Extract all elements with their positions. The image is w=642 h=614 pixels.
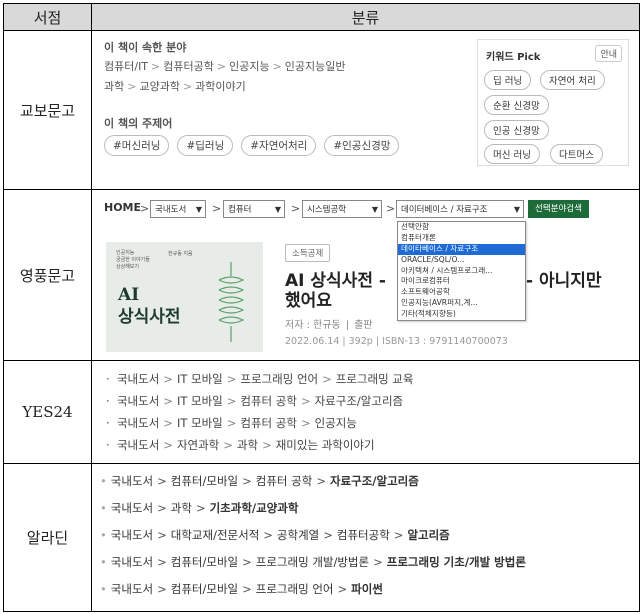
home-link[interactable]: HOME <box>104 201 141 214</box>
cover-spring-graphic <box>218 262 245 342</box>
yes24-category-row: · 국내도서 > IT 모바일 > 프로그래밍 언어 > 프로그래밍 교육 <box>106 372 414 386</box>
dropdown-option[interactable]: 소프트웨어공학 <box>398 287 525 298</box>
aladin-category-row: • 국내도서 > 컴퓨터/모바일 > 프로그래밍 개발/방법론 > 프로그래밍 기초/개발 방… <box>100 555 526 569</box>
cover-author: 한규동 지음 <box>168 251 193 257</box>
kyobo-field-label: 이 책이 속한 분야 <box>104 41 187 54</box>
aladin-category-row: • 국내도서 > 컴퓨터/모바일 > 프로그래밍 언어 > 파이썬 <box>100 582 383 596</box>
path-link[interactable]: 컴퓨터/IT <box>104 60 148 73</box>
path-link[interactable]: 인공지능 <box>229 60 269 73</box>
cover-subtitle: 인공지능 궁금한 이야기들 상상해보기 <box>116 250 150 270</box>
aladin-category-row: • 국내도서 > 대학교재/전문서적 > 공학계열 > 컴퓨터공학 > 알고리즘 <box>100 528 450 542</box>
keyword-chip[interactable]: 머신 러닝 <box>484 144 540 164</box>
keyword-chip[interactable]: 인공 신경망 <box>484 120 549 140</box>
dropdown-option[interactable]: 마이크로컴퓨터 <box>398 276 525 287</box>
aladin-category-row: • 국내도서 > 과학 > 기초과학/교양과학 <box>100 501 299 515</box>
category-comparison-table: 서점 분류 교보문고 이 책이 속한 분야 컴퓨터/IT > 컴퓨터공학 > 인공지능 >… <box>3 3 640 612</box>
dropdown-option[interactable]: 기타(적체지향등) <box>398 309 525 320</box>
yes24-category-row: · 국내도서 > IT 모바일 > 컴퓨터 공학 > 자료구조/알고리즘 <box>106 394 404 408</box>
dropdown-option[interactable]: ORACLE/SQL/O... <box>398 255 525 266</box>
chevron-down-icon: ▼ <box>274 205 281 214</box>
breadcrumb-separator: > <box>140 202 150 215</box>
path-link[interactable]: 과학이야기 <box>195 80 246 93</box>
book-meta: 2022.06.14 | 392p | ISBN-13 : 9791140700… <box>285 336 508 347</box>
book-title-tail: - 아니지만 <box>526 271 602 291</box>
kyobo-path-2: 과학 > 교양과학 > 과학이야기 <box>104 80 246 93</box>
search-category-button[interactable]: 선택분야검색 <box>528 200 589 218</box>
header-store: 서점 <box>3 3 92 31</box>
path-link[interactable]: 교양과학 <box>139 80 179 93</box>
store-youngpoong: 영풍문고 <box>3 189 92 361</box>
cover-title: AI 상식사전 <box>118 285 181 327</box>
yes24-cell: · 국내도서 > IT 모바일 > 프로그래밍 언어 > 프로그래밍 교육 · 국내도서 > I… <box>91 360 640 464</box>
breadcrumb-separator: > <box>291 202 301 215</box>
keyword-chip[interactable]: 다트머스 <box>550 144 603 164</box>
tax-deduction-badge: 소득공제 <box>285 244 331 262</box>
kyobo-topic-label: 이 책의 주제어 <box>104 117 173 130</box>
book-cover[interactable]: 인공지능 궁금한 이야기들 상상해보기 한규동 지음 AI 상식사전 <box>106 242 263 352</box>
youngpoong-cell: HOME > 국내도서 ▼ > 컴퓨터 ▼ > 시스템공학 ▼ > 데이터베이스 / … <box>91 189 640 361</box>
category-select-3[interactable]: 시스템공학 ▼ <box>302 200 382 218</box>
yes24-category-row: · 국내도서 > 자연과학 > 과학 > 재미있는 과학이야기 <box>106 438 375 452</box>
breadcrumb-separator: > <box>386 202 396 215</box>
header-category: 분류 <box>91 3 640 31</box>
store-kyobo: 교보문고 <box>3 30 92 190</box>
aladin-category-row: • 국내도서 > 컴퓨터/모바일 > 컴퓨터 공학 > 자료구조/알고리즘 <box>100 474 419 488</box>
dropdown-option[interactable]: 아키텍쳐 / 시스템프로그래... <box>398 266 525 277</box>
tag-chip[interactable]: #머신러닝 <box>104 135 170 156</box>
keyword-guide-button[interactable]: 안내 <box>595 45 622 62</box>
path-link[interactable]: 인공지능일반 <box>285 60 346 73</box>
tag-chip[interactable]: #자연어처리 <box>241 135 317 156</box>
path-link[interactable]: 과학 <box>104 80 124 93</box>
store-yes24: YES24 <box>3 360 92 464</box>
category-select-1[interactable]: 국내도서 ▼ <box>150 200 206 218</box>
kyobo-path-1: 컴퓨터/IT > 컴퓨터공학 > 인공지능 > 인공지능일반 <box>104 60 346 73</box>
tag-chip[interactable]: #인공신경망 <box>324 135 400 156</box>
kyobo-tags: #머신러닝 #딥러닝 #자연어처리 #인공신경망 <box>104 134 407 156</box>
keyword-pick-box: 키워드 Pick 안내 딥 러닝 자연어 처리 순환 신경망 인공 신경망 머신… <box>477 39 629 166</box>
chevron-down-icon: ▼ <box>195 205 202 214</box>
path-link[interactable]: 컴퓨터공학 <box>163 60 214 73</box>
dropdown-option[interactable]: 선택안함 <box>398 222 525 233</box>
tag-chip[interactable]: #딥러닝 <box>177 135 234 156</box>
breadcrumb-separator: > <box>212 202 222 215</box>
book-author: 저자 : 한규동 | 출판 <box>285 320 373 331</box>
category-select-4[interactable]: 데이터베이스 / 자료구조 ▼ <box>396 200 524 218</box>
kyobo-cell: 이 책이 속한 분야 컴퓨터/IT > 컴퓨터공학 > 인공지능 > 인공지능일반 과학 > 교… <box>91 30 640 190</box>
dropdown-option[interactable]: 인공지능(AVR퍼지,계... <box>398 298 525 309</box>
store-aladin: 알라딘 <box>3 463 92 612</box>
keyword-pick-title: 키워드 Pick <box>486 52 541 63</box>
dropdown-option[interactable]: 컴퓨터개론 <box>398 233 525 244</box>
category-dropdown[interactable]: 선택안함 컴퓨터개론 데이타베이스 / 자료구조 ORACLE/SQL/O...… <box>397 221 526 322</box>
keyword-chip[interactable]: 딥 러닝 <box>484 70 532 90</box>
chevron-down-icon: ▼ <box>513 205 520 214</box>
yes24-category-row: · 국내도서 > IT 모바일 > 컴퓨터 공학 > 인공지능 <box>106 416 357 430</box>
book-title-line2[interactable]: 했어요 <box>285 286 332 311</box>
keyword-chip[interactable]: 순환 신경망 <box>484 95 549 115</box>
dropdown-option-selected[interactable]: 데이타베이스 / 자료구조 <box>398 243 525 255</box>
aladin-cell: • 국내도서 > 컴퓨터/모바일 > 컴퓨터 공학 > 자료구조/알고리즘 • 국내도서 > 과학 >… <box>91 463 640 612</box>
category-select-2[interactable]: 컴퓨터 ▼ <box>223 200 285 218</box>
chevron-down-icon: ▼ <box>371 205 378 214</box>
keyword-chip[interactable]: 자연어 처리 <box>540 70 605 90</box>
